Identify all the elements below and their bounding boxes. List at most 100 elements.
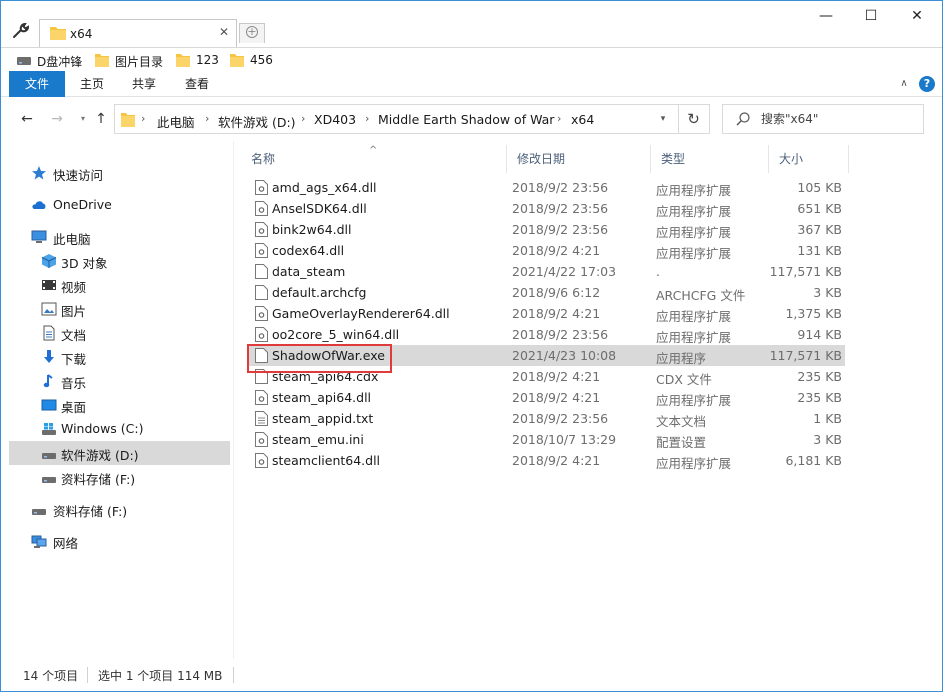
back-button[interactable]: ← bbox=[17, 109, 37, 129]
wrench-icon[interactable] bbox=[11, 21, 31, 41]
up-button[interactable]: ↑ bbox=[91, 109, 111, 129]
breadcrumb-game-folder[interactable]: Middle Earth Shadow of War bbox=[378, 112, 554, 127]
sidebar-item-drive-d[interactable]: 软件游戏 (D:) bbox=[9, 441, 230, 465]
file-row[interactable]: bink2w64.dll 2018/9/2 23:56 应用程序扩展 367 KB bbox=[249, 219, 845, 240]
folder-icon bbox=[50, 27, 66, 40]
recent-locations-button[interactable]: ▾ bbox=[73, 109, 93, 129]
folder-icon bbox=[230, 54, 244, 67]
column-header-name[interactable]: 名称 bbox=[241, 145, 507, 173]
address-dropdown-icon[interactable]: ▾ bbox=[655, 111, 671, 127]
file-size: 3 KB bbox=[813, 285, 842, 300]
file-name: AnselSDK64.dll bbox=[272, 201, 367, 216]
column-header-date[interactable]: 修改日期 bbox=[507, 145, 651, 173]
file-row[interactable]: oo2core_5_win64.dll 2018/9/2 23:56 应用程序扩展 9… bbox=[249, 324, 845, 345]
refresh-button[interactable]: ↻ bbox=[678, 105, 708, 133]
navigation-pane: 快速访问 OneDrive 此电脑 3D 对象 视频 图片 文档 下载 音乐 桌… bbox=[1, 141, 234, 659]
file-date: 2021/4/22 17:03 bbox=[512, 264, 617, 279]
file-type: 应用程序 bbox=[656, 351, 707, 366]
sidebar-item-pictures[interactable]: 图片 bbox=[9, 297, 230, 321]
sidebar-item-documents[interactable]: 文档 bbox=[9, 321, 230, 345]
tab-view[interactable]: 查看 bbox=[174, 71, 220, 97]
sidebar-item-3d-objects[interactable]: 3D 对象 bbox=[9, 249, 230, 273]
file-row[interactable]: AnselSDK64.dll 2018/9/2 23:56 应用程序扩展 651 KB bbox=[249, 198, 845, 219]
sidebar-item-drive-f[interactable]: 资料存储 (F:) bbox=[9, 465, 230, 489]
file-name: GameOverlayRenderer64.dll bbox=[272, 306, 450, 321]
favorite-item[interactable]: D盘冲锋 bbox=[17, 52, 89, 70]
file-size: 131 KB bbox=[797, 243, 842, 258]
column-header-type[interactable]: 类型 bbox=[651, 145, 769, 173]
sidebar-item-drive-f-removable[interactable]: 资料存储 (F:) bbox=[9, 497, 230, 521]
sidebar-item-drive-c[interactable]: Windows (C:) bbox=[9, 417, 230, 441]
file-date: 2018/9/2 23:56 bbox=[512, 327, 609, 342]
sidebar-item-music[interactable]: 音乐 bbox=[9, 369, 230, 393]
file-row[interactable]: data_steam 2021/4/22 17:03. 117,571 KB bbox=[249, 261, 845, 282]
close-button[interactable]: ✕ bbox=[894, 1, 940, 31]
favorite-item[interactable]: 图片目录 bbox=[95, 52, 171, 70]
file-date: 2021/4/23 10:08 bbox=[512, 348, 617, 363]
sidebar-item-network[interactable]: 网络 bbox=[9, 529, 230, 553]
breadcrumb-separator[interactable]: › bbox=[141, 112, 145, 125]
file-type: 文本文档 bbox=[656, 414, 707, 429]
address-bar[interactable]: › 此电脑 › 软件游戏 (D:) › XD403 › Middle Earth… bbox=[114, 104, 710, 134]
breadcrumb-separator[interactable]: › bbox=[365, 112, 369, 125]
status-divider bbox=[233, 667, 234, 683]
minimize-button[interactable]: — bbox=[803, 1, 849, 31]
breadcrumb-x64[interactable]: x64 bbox=[571, 112, 594, 127]
sidebar-item-quick-access[interactable]: 快速访问 bbox=[9, 161, 230, 185]
breadcrumb-drive-d[interactable]: 软件游戏 (D:) bbox=[218, 112, 296, 131]
sidebar-item-this-pc[interactable]: 此电脑 bbox=[9, 225, 230, 249]
file-row[interactable]: steam_appid.txt 2018/9/2 23:56 文本文档 1 KB bbox=[249, 408, 845, 429]
sidebar-item-onedrive[interactable]: OneDrive bbox=[9, 193, 230, 217]
breadcrumb-separator[interactable]: › bbox=[557, 112, 561, 125]
dll-icon bbox=[255, 243, 268, 258]
favorite-item[interactable]: 456 bbox=[230, 52, 280, 70]
file-row[interactable]: steam_emu.ini 2018/10/7 13:29 配置设置 3 KB bbox=[249, 429, 845, 450]
video-icon bbox=[42, 280, 56, 290]
pane-divider[interactable] bbox=[233, 141, 234, 659]
file-type: 应用程序扩展 bbox=[656, 309, 732, 324]
tab-share[interactable]: 共享 bbox=[121, 71, 167, 97]
search-input[interactable] bbox=[761, 111, 911, 127]
breadcrumb-xd403[interactable]: XD403 bbox=[314, 112, 356, 127]
file-row[interactable]: codex64.dll 2018/9/2 4:21 应用程序扩展 131 KB bbox=[249, 240, 845, 261]
file-row[interactable]: default.archcfg 2018/9/6 6:12 ARCHCFG 文件 3 … bbox=[249, 282, 845, 303]
drive-icon bbox=[42, 453, 56, 459]
breadcrumb-separator[interactable]: › bbox=[205, 112, 209, 125]
desktop-icon bbox=[41, 399, 57, 411]
help-icon[interactable]: ? bbox=[919, 76, 935, 92]
drive-icon bbox=[42, 477, 56, 483]
sidebar-item-downloads[interactable]: 下载 bbox=[9, 345, 230, 369]
tab-home[interactable]: 主页 bbox=[69, 71, 115, 97]
sidebar-item-desktop[interactable]: 桌面 bbox=[9, 393, 230, 417]
file-name: oo2core_5_win64.dll bbox=[272, 327, 400, 342]
file-row[interactable]: amd_ags_x64.dll 2018/9/2 23:56 应用程序扩展 105 K… bbox=[249, 177, 845, 198]
new-tab-button[interactable]: + bbox=[239, 23, 265, 43]
favorite-item[interactable]: 123 bbox=[176, 52, 226, 70]
file-type: . bbox=[656, 264, 660, 279]
file-row[interactable]: steamclient64.dll 2018/9/2 4:21 应用程序扩展 6,18… bbox=[249, 450, 845, 471]
folder-icon bbox=[121, 113, 135, 127]
file-list: ^ 名称 修改日期 类型 大小 amd_ags_x64.dll 2018/9/2 … bbox=[241, 141, 941, 659]
breadcrumb-this-pc[interactable]: 此电脑 bbox=[157, 112, 195, 131]
file-name: amd_ags_x64.dll bbox=[272, 180, 377, 195]
file-row[interactable]: GameOverlayRenderer64.dll 2018/9/2 4:21 应用… bbox=[249, 303, 845, 324]
file-type: 应用程序扩展 bbox=[656, 204, 732, 219]
close-tab-icon[interactable]: ✕ bbox=[216, 24, 232, 40]
forward-button[interactable]: → bbox=[47, 109, 67, 129]
file-size: 235 KB bbox=[797, 390, 842, 405]
tab-x64[interactable]: x64 ✕ bbox=[39, 19, 237, 47]
ribbon: 文件 主页 共享 查看 ∧ ? bbox=[1, 71, 942, 97]
file-type: ARCHCFG 文件 bbox=[656, 288, 746, 303]
sidebar-item-videos[interactable]: 视频 bbox=[9, 273, 230, 297]
breadcrumb-separator[interactable]: › bbox=[301, 112, 305, 125]
tab-label: x64 bbox=[70, 27, 93, 41]
file-date: 2018/9/2 23:56 bbox=[512, 201, 609, 216]
file-row[interactable]: steam_api64.dll 2018/9/2 4:21 应用程序扩展 235 KB bbox=[249, 387, 845, 408]
tab-file[interactable]: 文件 bbox=[9, 71, 65, 97]
collapse-ribbon-icon[interactable]: ∧ bbox=[896, 76, 912, 92]
column-header-size[interactable]: 大小 bbox=[769, 145, 849, 173]
search-box[interactable] bbox=[722, 104, 924, 134]
file-name: steam_emu.ini bbox=[272, 432, 364, 447]
maximize-button[interactable]: ☐ bbox=[848, 1, 894, 31]
title-bar: x64 ✕ + — ☐ ✕ bbox=[1, 1, 942, 47]
